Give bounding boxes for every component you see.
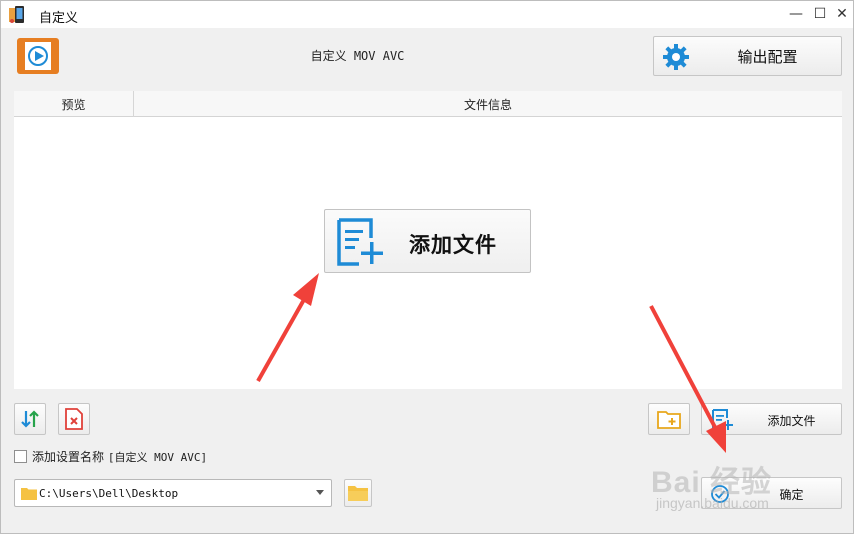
add-preset-name-checkbox[interactable] bbox=[14, 450, 27, 463]
close-icon[interactable]: ✕ bbox=[831, 3, 853, 25]
add-preset-name-label: 添加设置名称 [自定义 MOV AVC] bbox=[32, 448, 207, 465]
add-preset-name-value: [自定义 MOV AVC] bbox=[107, 451, 208, 464]
add-file-center-button[interactable]: 添加文件 bbox=[324, 209, 531, 273]
browse-folder-icon bbox=[348, 486, 368, 501]
add-file-icon bbox=[337, 218, 383, 266]
watermark-url: jingyan.baidu.com bbox=[656, 495, 769, 511]
output-config-button[interactable]: 输出配置 bbox=[653, 36, 842, 76]
add-file-icon bbox=[712, 409, 733, 431]
window-title: 自定义 bbox=[39, 11, 79, 26]
maximize-icon[interactable]: ☐ bbox=[809, 3, 831, 25]
delete-file-button[interactable] bbox=[58, 403, 90, 435]
app-icon bbox=[9, 6, 24, 23]
output-config-label: 输出配置 bbox=[737, 47, 798, 66]
add-preset-name-option[interactable]: 添加设置名称 [自定义 MOV AVC] bbox=[14, 448, 207, 465]
add-folder-button[interactable] bbox=[648, 403, 690, 435]
gear-icon bbox=[663, 44, 689, 70]
folder-icon bbox=[21, 488, 37, 500]
add-file-button[interactable]: 添加文件 bbox=[701, 403, 842, 435]
add-folder-icon bbox=[657, 411, 681, 429]
app-window: 自定义 — ☐ ✕ 自定义 MOV AVC 输出配置 预览 文件信息 添加文件 … bbox=[0, 0, 854, 534]
add-preset-name-text: 添加设置名称 bbox=[32, 450, 105, 464]
sort-button[interactable] bbox=[14, 403, 46, 435]
output-path-value: C:\Users\Dell\Desktop bbox=[39, 487, 179, 500]
add-file-center-label: 添加文件 bbox=[409, 232, 497, 257]
browse-folder-button[interactable] bbox=[344, 479, 372, 507]
column-file-info[interactable]: 文件信息 bbox=[134, 91, 842, 117]
delete-file-icon bbox=[65, 408, 83, 430]
title-bar: 自定义 — ☐ ✕ bbox=[1, 1, 853, 28]
file-list-header: 预览 文件信息 bbox=[14, 91, 842, 117]
add-file-label: 添加文件 bbox=[767, 414, 816, 428]
output-path-select[interactable]: C:\Users\Dell\Desktop bbox=[14, 479, 332, 507]
sort-icon bbox=[21, 410, 39, 428]
chevron-down-icon bbox=[316, 490, 324, 495]
minimize-icon[interactable]: — bbox=[785, 3, 807, 25]
preset-label: 自定义 MOV AVC bbox=[310, 49, 405, 63]
column-preview[interactable]: 预览 bbox=[14, 91, 134, 117]
file-list[interactable]: 预览 文件信息 添加文件 bbox=[14, 91, 842, 389]
